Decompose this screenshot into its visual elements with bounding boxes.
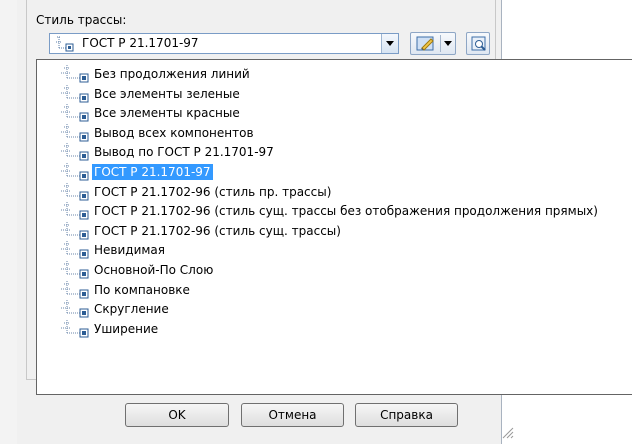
style-list-item[interactable]: Без продолжения линий xyxy=(37,64,627,84)
view-details-button[interactable] xyxy=(466,32,490,55)
style-list-item[interactable]: Все элементы зеленые xyxy=(37,84,627,104)
style-list-item-label: ГОСТ Р 21.1701-97 xyxy=(92,164,213,180)
style-list-item[interactable]: Основной-По Слою xyxy=(37,260,627,280)
help-button[interactable]: Справка xyxy=(355,403,458,427)
style-list-item[interactable]: Уширение xyxy=(37,319,627,339)
style-list-item[interactable]: ГОСТ Р 21.1702-96 (стиль сущ. трассы) xyxy=(37,221,627,241)
view-details-icon xyxy=(471,36,487,55)
style-field-label: Стиль трассы: xyxy=(36,13,127,27)
style-list-item-label: ГОСТ Р 21.1702-96 (стиль сущ. трассы) xyxy=(94,223,341,238)
split-divider xyxy=(440,35,441,52)
style-list-item[interactable]: Вывод всех компонентов xyxy=(37,123,627,143)
style-list-item-label: ГОСТ Р 21.1702-96 (стиль пр. трассы) xyxy=(94,184,332,199)
style-list-item-label: Все элементы красные xyxy=(94,106,240,121)
style-list: Без продолжения линий Все элементы зелены… xyxy=(37,60,632,394)
style-list-item-label: ГОСТ Р 21.1702-96 (стиль сущ. трассы без… xyxy=(94,204,598,219)
combobox-dropdown-arrow[interactable] xyxy=(381,34,398,53)
style-list-item[interactable]: Скругление xyxy=(37,299,627,319)
style-list-item[interactable]: ГОСТ Р 21.1702-96 (стиль пр. трассы) xyxy=(37,182,627,202)
style-list-item-label: Все элементы зеленые xyxy=(94,86,240,101)
edit-style-button[interactable] xyxy=(410,32,456,55)
style-combobox[interactable]: ГОСТ Р 21.1701-97 xyxy=(49,33,399,54)
style-list-item-label: По компановке xyxy=(94,282,190,297)
style-list-item[interactable]: ГОСТ Р 21.1701-97 xyxy=(37,162,627,182)
style-list-item-label: Вывод по ГОСТ Р 21.1701-97 xyxy=(94,145,274,160)
chevron-down-icon[interactable] xyxy=(444,41,452,46)
style-list-item-label: Уширение xyxy=(94,321,159,336)
style-list-item[interactable]: По компановке xyxy=(37,280,627,300)
style-list-item[interactable]: Все элементы красные xyxy=(37,103,627,123)
style-dropdown-list[interactable]: Без продолжения линий Все элементы зелены… xyxy=(36,59,632,395)
cancel-button[interactable]: Отмена xyxy=(241,403,344,427)
style-list-item-label: Основной-По Слою xyxy=(94,263,214,277)
edit-style-icon xyxy=(416,36,436,55)
tree-node-icon xyxy=(60,319,90,342)
style-list-item-label: Невидимая xyxy=(94,243,165,258)
style-list-item[interactable]: Вывод по ГОСТ Р 21.1701-97 xyxy=(37,142,627,162)
tree-node-icon xyxy=(54,36,76,55)
style-list-item-label: Без продолжения линий xyxy=(94,67,250,81)
background-strip xyxy=(0,0,17,444)
style-combobox-value: ГОСТ Р 21.1701-97 xyxy=(82,36,199,50)
resize-grip-icon[interactable] xyxy=(500,425,514,442)
style-list-item[interactable]: Невидимая xyxy=(37,240,627,260)
ok-button[interactable]: OK xyxy=(125,403,229,427)
style-list-item[interactable]: ГОСТ Р 21.1702-96 (стиль сущ. трассы без… xyxy=(37,201,627,221)
chevron-down-icon xyxy=(386,41,394,46)
style-list-item-label: Скругление xyxy=(94,302,169,317)
style-list-item-label: Вывод всех компонентов xyxy=(94,125,254,140)
